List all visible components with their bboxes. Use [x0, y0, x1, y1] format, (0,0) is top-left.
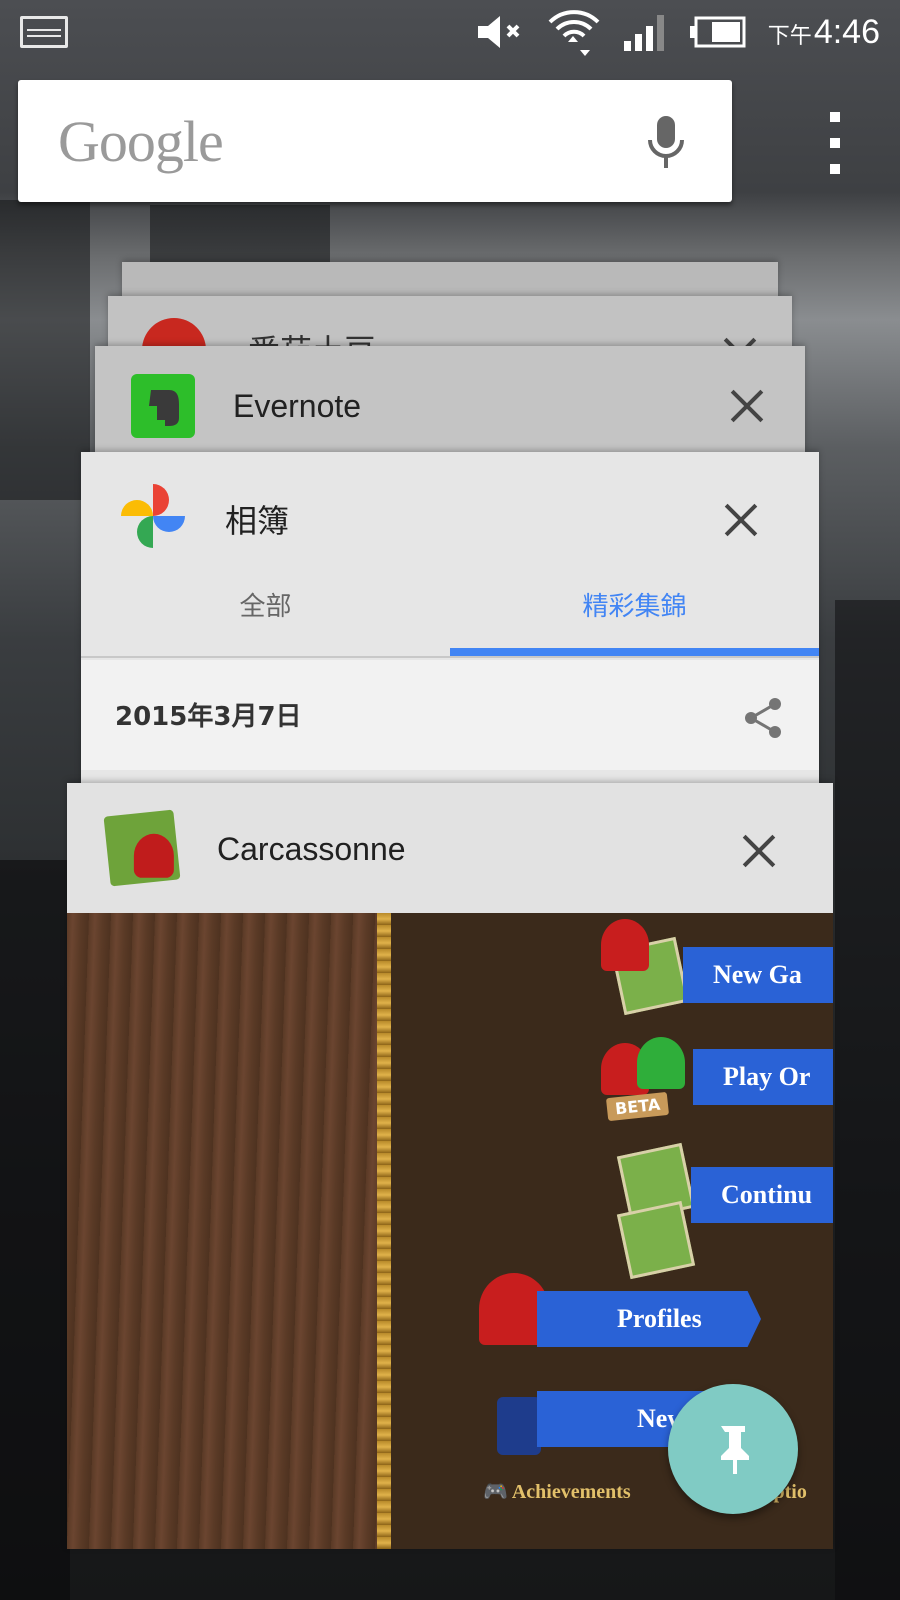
meeple-icon	[637, 1037, 685, 1089]
overflow-menu-icon[interactable]	[820, 112, 850, 174]
wood-panel	[67, 913, 383, 1549]
recent-card-title: Evernote	[233, 388, 362, 424]
recent-card-title: 相簿	[225, 503, 290, 539]
status-clock: 下午4:46	[768, 13, 880, 52]
recent-card-title: Carcassonne	[217, 831, 406, 867]
recent-card-evernote[interactable]: Evernote	[95, 346, 805, 454]
signal-icon	[623, 15, 664, 51]
photo-group-date: 2015年3月7日	[115, 702, 302, 732]
tab-highlights[interactable]: 精彩集錦	[450, 562, 819, 658]
mic-icon[interactable]	[646, 114, 686, 170]
mute-icon	[477, 16, 520, 48]
wifi-icon	[548, 10, 600, 56]
tab-indicator	[450, 648, 819, 656]
clock-time: 4:46	[813, 12, 880, 51]
recent-card-photos[interactable]: 相簿 全部 精彩集錦 2015年3月7日	[81, 452, 819, 792]
google-search-bar[interactable]: Google	[18, 80, 732, 202]
achievements-label: Achievements	[511, 1481, 631, 1503]
close-icon[interactable]	[721, 500, 761, 540]
meeple-icon	[601, 919, 649, 971]
google-logo: Google	[58, 109, 224, 174]
horn-icon	[497, 1397, 541, 1455]
close-icon[interactable]	[727, 386, 767, 426]
photos-tabs: 全部 精彩集錦	[81, 562, 819, 658]
share-icon[interactable]	[741, 696, 785, 740]
google-photos-icon	[121, 484, 185, 548]
close-icon[interactable]	[739, 831, 779, 871]
achievements-button[interactable]: 🎮 Achievements	[483, 1479, 631, 1504]
new-game-button[interactable]: New Ga	[683, 947, 833, 1003]
tab-all[interactable]: 全部	[81, 562, 450, 658]
battery-icon	[689, 16, 746, 48]
clock-ampm: 下午	[767, 22, 812, 48]
screenshot-icon	[20, 16, 68, 48]
carcassonne-icon	[103, 809, 181, 887]
photo-group-header: 2015年3月7日	[81, 660, 819, 770]
tile-image	[616, 1200, 696, 1280]
play-online-button[interactable]: Play Or	[693, 1049, 833, 1105]
profiles-button[interactable]: Profiles	[537, 1291, 761, 1347]
pin-icon	[721, 1426, 749, 1474]
recent-card-header: Carcassonne	[67, 783, 833, 913]
status-bar: 下午4:46	[0, 0, 900, 64]
continue-button[interactable]: Continu	[691, 1167, 833, 1223]
ornament-border	[377, 913, 391, 1549]
screen-pin-button[interactable]	[668, 1384, 798, 1514]
evernote-icon	[131, 374, 195, 438]
